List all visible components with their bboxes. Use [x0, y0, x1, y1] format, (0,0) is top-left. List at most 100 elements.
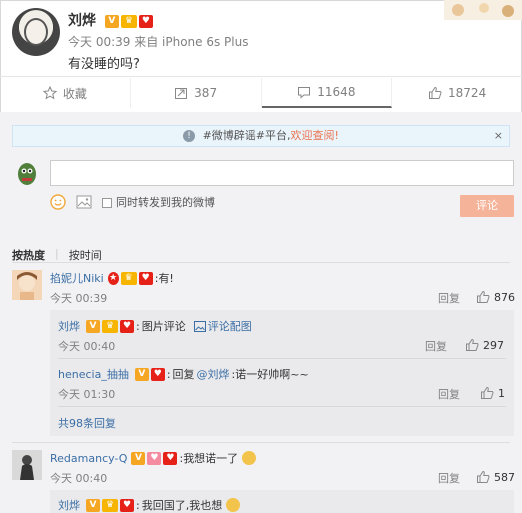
comment-like-count: 587: [494, 470, 515, 484]
comment-button[interactable]: 11648: [261, 78, 393, 108]
reply-time: 今天 01:30: [58, 388, 116, 401]
comment-icon: [298, 87, 311, 99]
reply-badges: V ♛ ♥: [86, 498, 134, 512]
mention-link[interactable]: @刘烨: [197, 366, 230, 382]
image-comment-icon: [193, 320, 206, 332]
reply-badges: V ♥: [134, 367, 165, 381]
thumbs-up-icon: [477, 290, 490, 303]
comment-username[interactable]: 掐妮儿Niki: [50, 270, 104, 286]
forward-option[interactable]: 同时转发到我的微博: [102, 194, 215, 210]
reply-like-count: 297: [483, 338, 504, 352]
author-name[interactable]: 刘烨: [68, 13, 96, 29]
star-badge-icon: ★: [107, 271, 119, 285]
reply-button[interactable]: 回复: [438, 470, 460, 486]
emoji-icon: [242, 451, 257, 465]
sort-divider: |: [55, 247, 59, 260]
vip-icon: ♥: [163, 451, 178, 465]
thumbs-up-icon: [466, 338, 479, 351]
comment-time: 今天 00:39: [50, 292, 108, 305]
vip-icon: ♥: [150, 367, 165, 381]
comment-input[interactable]: [50, 160, 514, 186]
star-icon: [42, 86, 57, 100]
like-count: 18724: [448, 86, 487, 100]
emoji-icon[interactable]: [50, 194, 66, 210]
info-icon: !: [183, 130, 196, 142]
reply-username[interactable]: 刘烨: [58, 318, 80, 334]
reply-text: 图片评论: [141, 320, 186, 333]
comment-like-button[interactable]: 587: [476, 470, 515, 484]
reply-badges: V ♛ ♥: [86, 319, 134, 333]
sort-time-tab[interactable]: 按时间: [69, 247, 102, 263]
comment-username[interactable]: Redamancy-Q: [50, 452, 127, 465]
comment-line: 掐妮儿Niki ★ ♛ ♥ : 有!: [50, 270, 174, 286]
heart-badge-icon: ♥: [147, 451, 162, 465]
decoration-image: [444, 0, 522, 20]
share-button[interactable]: 387: [131, 78, 262, 108]
verified-icon: V: [134, 367, 149, 381]
vip-icon: ♥: [120, 498, 134, 512]
share-icon: [175, 88, 188, 99]
level-icon: ♛: [102, 319, 118, 333]
reply-button[interactable]: 回复: [438, 386, 460, 402]
notice-text: #微博辟谣#平台,: [202, 129, 291, 142]
reply-button[interactable]: 回复: [438, 290, 460, 306]
vip-icon: ♥: [138, 14, 153, 28]
reply-text: :诺一好帅啊~~: [231, 368, 309, 381]
reply-like-button[interactable]: 1: [480, 386, 505, 400]
comment-count: 11648: [317, 85, 356, 99]
share-count: 387: [194, 86, 218, 100]
thumbs-up-icon: [477, 470, 490, 483]
reply-prefix: 回复: [172, 368, 195, 381]
reply-time: 今天 00:40: [58, 340, 116, 353]
comment-text: 有!: [158, 272, 174, 285]
author-badges: V ♛ ♥: [104, 14, 153, 28]
submit-button[interactable]: 评论: [460, 195, 514, 217]
reply-like-count: 1: [498, 386, 505, 400]
favorite-label: 收藏: [62, 86, 87, 101]
comment-like-count: 876: [494, 290, 515, 304]
reply-line: henecia_抽抽 V ♥ : 回复 @刘烨:诺一好帅啊~~: [58, 366, 309, 382]
crying-emoji-icon: [226, 498, 241, 512]
reply-line: 刘烨 V ♛ ♥ : 我回国了,我也想: [58, 497, 241, 513]
verified-icon: V: [131, 451, 146, 465]
image-icon[interactable]: [76, 195, 92, 209]
reply-username[interactable]: 刘烨: [58, 497, 80, 513]
comment-line: Redamancy-Q V ♥ ♥ : 我想诺一了: [50, 450, 257, 466]
like-button[interactable]: 18724: [392, 78, 522, 108]
level-icon: ♛: [120, 271, 137, 285]
forward-label: 同时转发到我的微博: [116, 196, 215, 209]
notice-banner: ! #微博辟谣#平台,欢迎查阅! ×: [12, 125, 510, 147]
favorite-button[interactable]: 收藏: [0, 78, 131, 108]
composer-tools: 同时转发到我的微博: [50, 194, 215, 210]
sort-hot-tab[interactable]: 按热度: [12, 247, 45, 263]
view-image-link[interactable]: 评论配图: [208, 318, 252, 334]
level-icon: ♛: [102, 498, 118, 512]
thumbs-up-icon: [481, 386, 494, 399]
sort-tabs: 按热度 | 按时间: [12, 247, 102, 263]
more-replies-link[interactable]: 共98条回复: [58, 415, 116, 431]
author-line: 刘烨 V ♛ ♥: [68, 10, 153, 30]
verified-icon: V: [104, 14, 119, 28]
level-icon: ♛: [120, 14, 137, 28]
notice-link[interactable]: 欢迎查阅!: [291, 129, 339, 142]
vip-icon: ♥: [138, 271, 153, 285]
post-actions: 收藏 387 11648 18724: [0, 78, 522, 108]
vip-icon: ♥: [120, 319, 134, 333]
my-avatar[interactable]: [12, 158, 42, 188]
author-avatar[interactable]: [12, 8, 60, 56]
reply-line: 刘烨 V ♛ ♥ : 图片评论 评论配图: [58, 318, 252, 334]
forward-checkbox[interactable]: [102, 198, 112, 208]
close-icon[interactable]: ×: [494, 126, 503, 146]
comment-time: 今天 00:40: [50, 472, 108, 485]
comment-like-button[interactable]: 876: [476, 290, 515, 304]
reply-like-button[interactable]: 297: [465, 338, 504, 352]
verified-icon: V: [86, 498, 100, 512]
commenter-avatar[interactable]: [12, 270, 42, 300]
comment-text: 我想诺一了: [183, 452, 239, 465]
thumbs-up-icon: [429, 86, 442, 99]
post-meta: 今天 00:39 来自 iPhone 6s Plus: [68, 35, 249, 49]
reply-button[interactable]: 回复: [425, 338, 447, 354]
commenter-avatar[interactable]: [12, 450, 42, 480]
reply-username[interactable]: henecia_抽抽: [58, 366, 129, 382]
commenter-badges: V ♥ ♥: [131, 451, 178, 465]
